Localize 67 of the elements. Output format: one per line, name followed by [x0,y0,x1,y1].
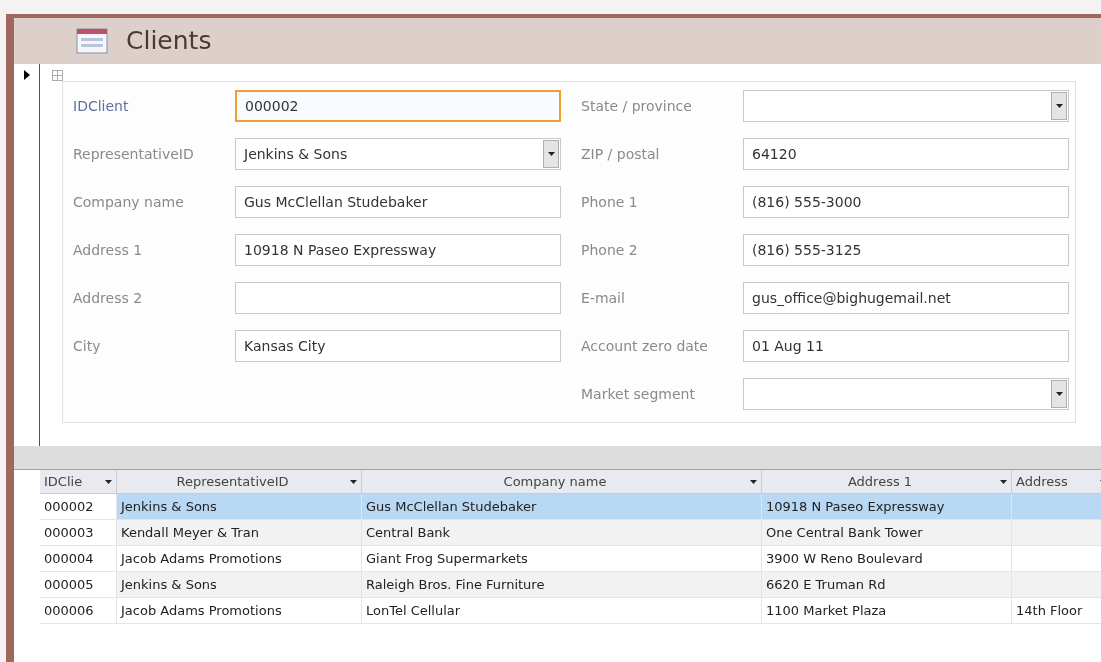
table-cell: 10918 N Paseo Expressway [762,494,1012,519]
dropdown-arrow-icon [547,152,555,156]
table-cell: Raleigh Bros. Fine Furniture [362,572,762,597]
table-cell: Central Bank [362,520,762,545]
table-cell: Giant Frog Supermarkets [362,546,762,571]
text-field[interactable]: gus_office@bighugemail.net [743,282,1069,314]
field-label: Phone 2 [580,240,639,260]
field-label: E-mail [580,288,626,308]
text-field[interactable]: Gus McClellan Studebaker [235,186,561,218]
field-label: Account zero date [580,336,709,356]
column-header[interactable]: IDClie [40,470,117,493]
table-cell: 3900 W Reno Boulevard [762,546,1012,571]
dropdown-button[interactable] [1051,380,1067,408]
field-label: ZIP / postal [580,144,661,164]
field-label: Company name [72,192,185,212]
field-label: IDClient [72,96,130,116]
table-cell: 000002 [40,494,117,519]
table-cell: LonTel Cellular [362,598,762,623]
table-row[interactable]: 000004 Jacob Adams Promotions Giant Frog Supermarkets 3900 W Reno Boulevard [40,546,1101,572]
column-header[interactable]: Company name [362,470,762,493]
text-field[interactable]: 000002 [235,90,561,122]
column-header[interactable]: RepresentativeID [117,470,362,493]
table-cell: Kendall Meyer & Tran [117,520,362,545]
table-cell: 000005 [40,572,117,597]
text-field[interactable]: 64120 [743,138,1069,170]
layout-grid-icon [52,70,63,81]
dropdown-button[interactable] [543,140,559,168]
text-field[interactable]: (816) 555-3125 [743,234,1069,266]
text-field[interactable]: (816) 555-3000 [743,186,1069,218]
table-cell: Gus McClellan Studebaker [362,494,762,519]
table-row[interactable]: 000006 Jacob Adams Promotions LonTel Cellular 1100 Market Plaza 14th Floor [40,598,1101,624]
dropdown-arrow-icon [750,479,757,484]
dropdown-arrow-icon [1055,104,1063,108]
field-label: Phone 1 [580,192,639,212]
text-field[interactable]: Kansas City [235,330,561,362]
field-label: RepresentativeID [72,144,195,164]
table-cell: One Central Bank Tower [762,520,1012,545]
table-row[interactable]: 000002 Jenkins & Sons Gus McClellan Studebaker 10918 N Paseo Expressway [40,494,1101,520]
field-label: Market segment [580,384,696,404]
table-cell: 1100 Market Plaza [762,598,1012,623]
table-cell: 6620 E Truman Rd [762,572,1012,597]
dropdown-arrow-icon [105,479,112,484]
table-cell: Jacob Adams Promotions [117,598,362,623]
column-header[interactable]: Address [1012,470,1101,493]
dropdown-arrow-icon [350,479,357,484]
field-label: City [72,336,102,356]
field-label: State / province [580,96,693,116]
dropdown-button[interactable] [1051,92,1067,120]
text-field[interactable] [235,282,561,314]
dropdown-arrow-icon [1055,392,1063,396]
combo-box[interactable]: Jenkins & Sons [235,138,561,170]
text-field[interactable]: 10918 N Paseo Expressway [235,234,561,266]
table-cell: Jenkins & Sons [117,494,362,519]
table-cell: 14th Floor [1012,598,1101,623]
table-cell: Jacob Adams Promotions [117,546,362,571]
table-row[interactable]: 000005 Jenkins & Sons Raleigh Bros. Fine Furniture 6620 E Truman Rd [40,572,1101,598]
table-row[interactable]: 000003 Kendall Meyer & Tran Central Bank One Central Bank Tower [40,520,1101,546]
dropdown-arrow-icon [1000,479,1007,484]
field-label: Address 2 [72,288,144,308]
form-title: Clients [126,25,212,58]
text-field[interactable]: 01 Aug 11 [743,330,1069,362]
field-label: Address 1 [72,240,144,260]
column-header[interactable]: Address 1 [762,470,1012,493]
table-cell: 000003 [40,520,117,545]
table-cell: Jenkins & Sons [117,572,362,597]
form-icon [76,28,108,54]
current-record-icon [23,70,30,80]
